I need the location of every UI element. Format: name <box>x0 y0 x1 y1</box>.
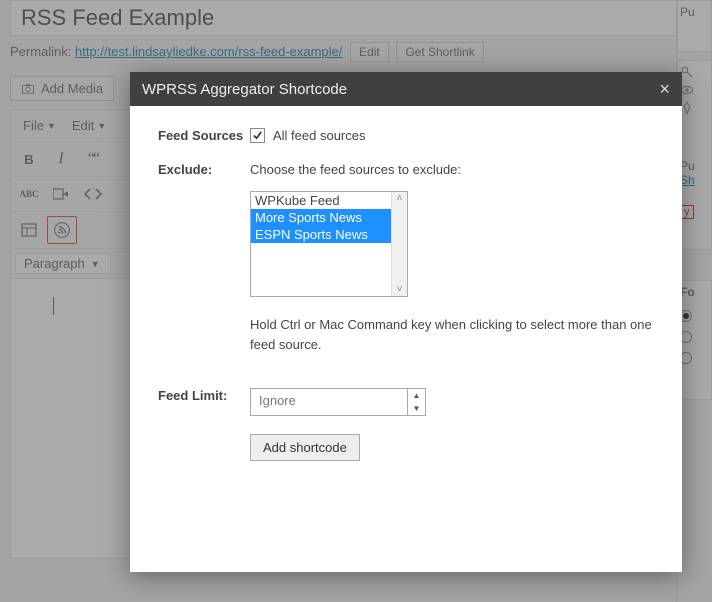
stepper-down-icon[interactable]: ▼ <box>408 402 425 415</box>
add-shortcode-button[interactable]: Add shortcode <box>250 434 360 461</box>
feed-limit-label: Feed Limit: <box>158 388 250 416</box>
checkbox-box <box>250 128 265 143</box>
exclude-listbox[interactable]: WPKube FeedMore Sports NewsESPN Sports N… <box>250 191 408 297</box>
exclude-help-text: Hold Ctrl or Mac Command key when clicki… <box>250 315 654 354</box>
modal-title: WPRSS Aggregator Shortcode <box>142 81 347 98</box>
listbox-scrollbar[interactable]: ˄ ˅ <box>391 192 407 296</box>
exclude-prompt: Choose the feed sources to exclude: <box>250 162 654 177</box>
modal-header: WPRSS Aggregator Shortcode × <box>130 72 682 106</box>
scroll-up-icon[interactable]: ˄ <box>397 192 403 205</box>
all-feed-sources-checkbox[interactable]: All feed sources <box>250 128 366 143</box>
exclude-option[interactable]: ESPN Sports News <box>251 226 391 243</box>
shortcode-modal: WPRSS Aggregator Shortcode × Feed Source… <box>130 72 682 572</box>
checkmark-icon <box>252 130 263 141</box>
all-feed-sources-text: All feed sources <box>273 128 366 143</box>
stepper-up-icon[interactable]: ▲ <box>408 389 425 402</box>
scroll-down-icon[interactable]: ˅ <box>397 283 403 296</box>
close-icon[interactable]: × <box>659 80 670 98</box>
feed-sources-label: Feed Sources <box>158 128 250 144</box>
feed-limit-value: Ignore <box>251 389 407 415</box>
exclude-option[interactable]: WPKube Feed <box>251 192 391 209</box>
feed-limit-input[interactable]: Ignore ▲ ▼ <box>250 388 426 416</box>
exclude-label: Exclude: <box>158 162 250 354</box>
exclude-option[interactable]: More Sports News <box>251 209 391 226</box>
